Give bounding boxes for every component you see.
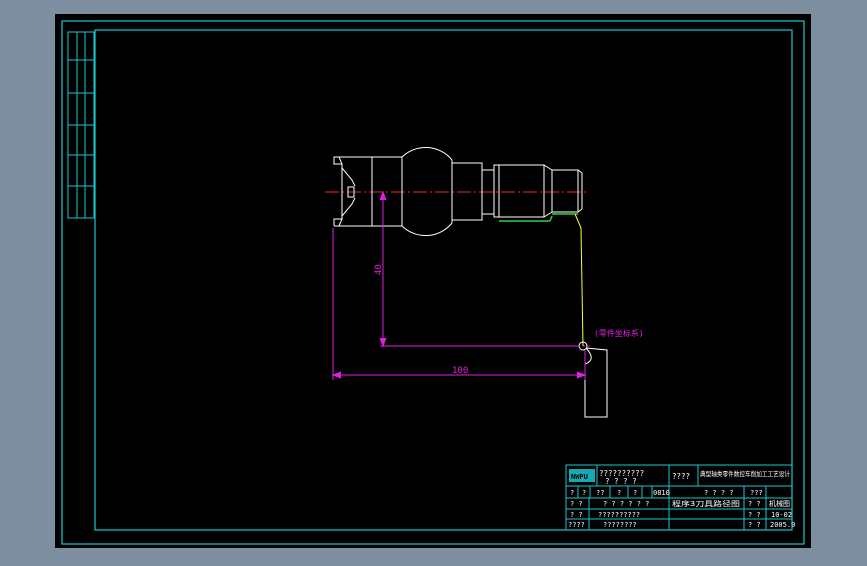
tb-r4-d: ? ?: [748, 521, 761, 529]
tb-r4-a: ????: [568, 521, 585, 529]
tb-r1-b: ?: [582, 489, 586, 497]
dim-horizontal-text: 100: [452, 366, 468, 376]
tb-r3-d: ? ?: [748, 511, 761, 519]
coordinate-note: (零件坐标系): [594, 328, 644, 338]
tb-r1-f: 0810: [653, 489, 670, 497]
tb-label-1b: ? ? ? ?: [605, 477, 637, 486]
tb-r1-h: ???: [750, 489, 763, 497]
tb-r1-g: ? ? ? ?: [704, 489, 734, 497]
tb-r1-c: ??: [596, 489, 604, 497]
tb-r3-a: ? ?: [570, 511, 583, 519]
logo-text: NWPU: [571, 473, 588, 481]
tb-label-2: ????: [672, 472, 690, 481]
tb-r2-a: ? ?: [570, 500, 583, 508]
cad-viewport[interactable]: 100 40 (零件坐标系) NWPU ?????????? ? ? ? ? ?…: [0, 0, 867, 562]
dim-vertical-text: 40: [374, 264, 384, 275]
drawing-canvas[interactable]: 100 40 (零件坐标系) NWPU ?????????? ? ? ? ? ?…: [0, 0, 867, 562]
tb-r1-a: ?: [570, 489, 574, 497]
tb-r2-d: ? ?: [748, 500, 761, 508]
tb-r1-d: ?: [617, 489, 621, 497]
tb-r2-e: 机械图: [769, 499, 790, 508]
tb-r4-e: 2005.9: [770, 521, 795, 529]
tb-r1-e: ?: [633, 489, 637, 497]
drawing-name: 程序3刀具路径图: [672, 499, 740, 508]
tb-r3-e: 10-02: [771, 511, 792, 519]
tb-r4-b: ????????: [603, 521, 637, 529]
drawing-title: 典型轴类零件数控车削加工工艺设计: [700, 469, 790, 478]
tb-r3-b: ??????????: [598, 511, 640, 519]
tb-r2-b: ? ? ? ? ? ?: [603, 500, 649, 508]
